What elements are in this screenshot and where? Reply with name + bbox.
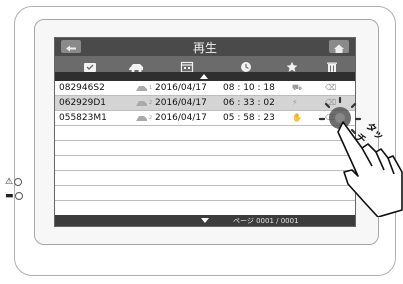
folder-icon[interactable] (83, 58, 97, 72)
scroll-up-bar[interactable] (55, 72, 355, 81)
file-id: 055823M1 (59, 113, 107, 123)
delete-icon[interactable]: ⌫ (325, 83, 336, 92)
table-row[interactable]: 082946S2 1 2016/04/17 08 : 10 : 18 ⛟ ⌫ (55, 81, 355, 96)
empty-row (55, 141, 355, 156)
event-icon: ⚡ (292, 98, 298, 107)
home-icon (334, 44, 344, 53)
manual-icon: ✋ (292, 113, 302, 122)
table-row[interactable]: 055823M1 2 2016/04/17 05 : 58 : 23 ✋ ⌫ (55, 111, 355, 126)
empty-row (55, 201, 355, 216)
file-time: 05 : 58 : 23 (223, 113, 275, 123)
empty-row (55, 186, 355, 201)
title-bar: 再生 (55, 38, 355, 56)
camera-small-icon: 1 (135, 84, 155, 93)
empty-row (55, 171, 355, 186)
warning-led-icon (14, 177, 23, 186)
record-indicator: ▬ (5, 191, 23, 201)
scroll-up-icon (200, 74, 208, 79)
camera-number: 2 (149, 100, 153, 106)
file-date: 2016/04/17 (155, 83, 207, 93)
trash-icon[interactable] (325, 58, 339, 73)
scroll-down-icon[interactable] (201, 218, 209, 223)
camera-number: 1 (149, 85, 153, 91)
file-date: 2016/04/17 (155, 113, 207, 123)
record-led-icon (14, 191, 23, 200)
filter-toolbar (55, 56, 355, 73)
clock-icon[interactable] (239, 58, 253, 72)
empty-row (55, 126, 355, 141)
playback-screen: 再生 082946S2 1 2016/04/17 08: 10: 18 ⛟ … (54, 37, 356, 227)
warning-indicator: ⚠ (5, 177, 23, 187)
file-time: 08 : 10 : 18 (223, 83, 275, 93)
file-date: 2016/04/17 (155, 98, 207, 108)
event-icon: ⛟ (292, 83, 303, 92)
table-row[interactable]: 062929D1 2 2016/04/17 06 : 33 : 02 ⚡ ⌫ (55, 96, 355, 111)
file-id: 082946S2 (59, 83, 105, 93)
pagination-bar: ページ 0001 / 0001 (55, 215, 355, 226)
screen-title: 再生 (192, 41, 217, 55)
file-id: 062929D1 (59, 98, 107, 108)
star-icon[interactable] (285, 58, 299, 72)
home-button[interactable] (329, 40, 349, 53)
empty-row (55, 156, 355, 171)
camera-icon[interactable] (127, 58, 145, 73)
camera-small-icon: 2 (135, 114, 155, 123)
file-time: 06 : 33 : 02 (223, 98, 275, 108)
camera-small-icon: 2 (135, 99, 155, 108)
page-indicator: ページ 0001 / 0001 (233, 217, 299, 225)
calendar-icon[interactable] (180, 58, 194, 73)
camera-number: 2 (149, 115, 153, 121)
touch-hand-illustration (318, 96, 403, 217)
